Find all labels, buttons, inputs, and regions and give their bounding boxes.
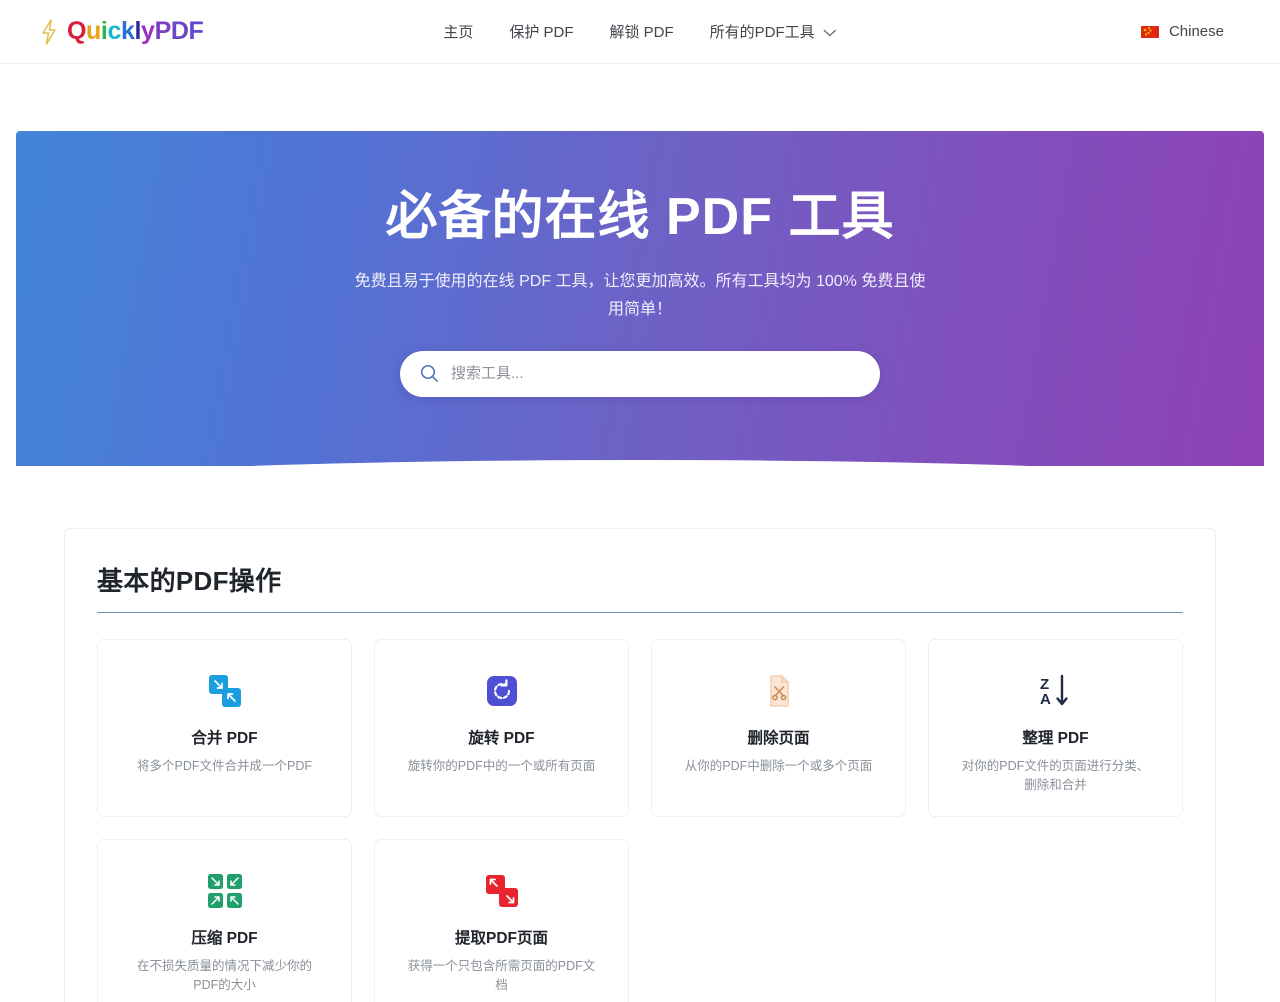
- brand-logo[interactable]: QuicklyPDF: [40, 19, 203, 45]
- tool-card-title: 旋转 PDF: [468, 726, 534, 748]
- tool-card-rotate-pdf[interactable]: 旋转 PDF 旋转你的PDF中的一个或所有页面: [374, 639, 629, 817]
- extract-squares-icon: [482, 870, 522, 912]
- tool-card-description: 旋转你的PDF中的一个或所有页面: [408, 757, 596, 776]
- hero-gradient-banner: 必备的在线 PDF 工具 免费且易于使用的在线 PDF 工具，让您更加高效。所有…: [16, 131, 1264, 466]
- tool-card-description: 对你的PDF文件的页面进行分类、删除和合并: [961, 757, 1151, 796]
- tool-card-description: 从你的PDF中删除一个或多个页面: [685, 757, 873, 776]
- hero-subtitle: 免费且易于使用的在线 PDF 工具，让您更加高效。所有工具均为 100% 免费且…: [350, 268, 930, 324]
- china-flag-icon: [1141, 26, 1159, 38]
- page-title: 基本的PDF操作: [97, 561, 1183, 598]
- nav-item-label: 所有的PDF工具: [710, 21, 815, 42]
- tool-card-title: 合并 PDF: [191, 726, 257, 748]
- tools-panel: 基本的PDF操作 合并 PDF 将多个PDF文件合并成一个PDF 旋转 PDF 旋转你…: [64, 528, 1216, 1002]
- nav-item-home[interactable]: 主页: [443, 21, 473, 42]
- hero-section: 必备的在线 PDF 工具 免费且易于使用的在线 PDF 工具，让您更加高效。所有…: [16, 131, 1264, 466]
- search-box[interactable]: [400, 351, 880, 397]
- hero-title: 必备的在线 PDF 工具: [386, 188, 895, 248]
- tool-card-description: 在不损失质量的情况下减少你的PDF的大小: [130, 957, 320, 996]
- search-input[interactable]: [451, 365, 860, 382]
- tool-card-title: 提取PDF页面: [455, 926, 548, 948]
- nav-item-label: 主页: [443, 21, 473, 42]
- search-icon: [420, 364, 439, 383]
- sort-za-icon: ZA: [1035, 670, 1077, 712]
- tool-card-title: 删除页面: [747, 726, 809, 748]
- tool-card-title: 整理 PDF: [1022, 726, 1088, 748]
- tools-grid: 合并 PDF 将多个PDF文件合并成一个PDF 旋转 PDF 旋转你的PDF中的一个或…: [97, 639, 1183, 1002]
- tool-card-organize-pdf[interactable]: ZA 整理 PDF 对你的PDF文件的页面进行分类、删除和合并: [928, 639, 1183, 817]
- tool-card-title: 压缩 PDF: [191, 926, 257, 948]
- tool-card-extract-pages[interactable]: 提取PDF页面获得一个只包含所需页面的PDF文档: [374, 839, 629, 1002]
- nav-item-label: 保护 PDF: [509, 21, 573, 42]
- nav-item-unlock-pdf[interactable]: 解锁 PDF: [610, 21, 674, 42]
- nav-item-all-pdf-tools[interactable]: 所有的PDF工具: [710, 21, 837, 42]
- main-navigation: 主页 保护 PDF 解锁 PDF 所有的PDF工具: [443, 21, 836, 42]
- chevron-down-icon: [824, 27, 837, 37]
- page-scissors-icon: [759, 670, 799, 712]
- tool-card-merge-pdf[interactable]: 合并 PDF 将多个PDF文件合并成一个PDF: [97, 639, 352, 817]
- nav-item-label: 解锁 PDF: [610, 21, 674, 42]
- compress-squares-icon: [205, 870, 245, 912]
- language-selector[interactable]: Chinese: [1141, 23, 1248, 40]
- tool-card-description: 获得一个只包含所需页面的PDF文档: [407, 957, 597, 996]
- tool-card-delete-pages[interactable]: 删除页面从你的PDF中删除一个或多个页面: [651, 639, 906, 817]
- svg-text:A: A: [1040, 691, 1051, 708]
- rotate-arrow-icon: [482, 670, 522, 712]
- section-divider: [97, 612, 1183, 613]
- language-label: Chinese: [1169, 23, 1224, 40]
- site-header: QuicklyPDF 主页 保护 PDF 解锁 PDF 所有的PDF工具 Chines…: [0, 0, 1280, 64]
- tool-card-description: 将多个PDF文件合并成一个PDF: [137, 757, 312, 776]
- tool-card-compress-pdf[interactable]: 压缩 PDF 在不损失质量的情况下减少你的PDF的大小: [97, 839, 352, 1002]
- nav-item-protect-pdf[interactable]: 保护 PDF: [509, 21, 573, 42]
- merge-squares-icon: [205, 670, 245, 712]
- brand-wordmark: QuicklyPDF: [67, 19, 203, 44]
- lightning-bolt-icon: [40, 19, 58, 45]
